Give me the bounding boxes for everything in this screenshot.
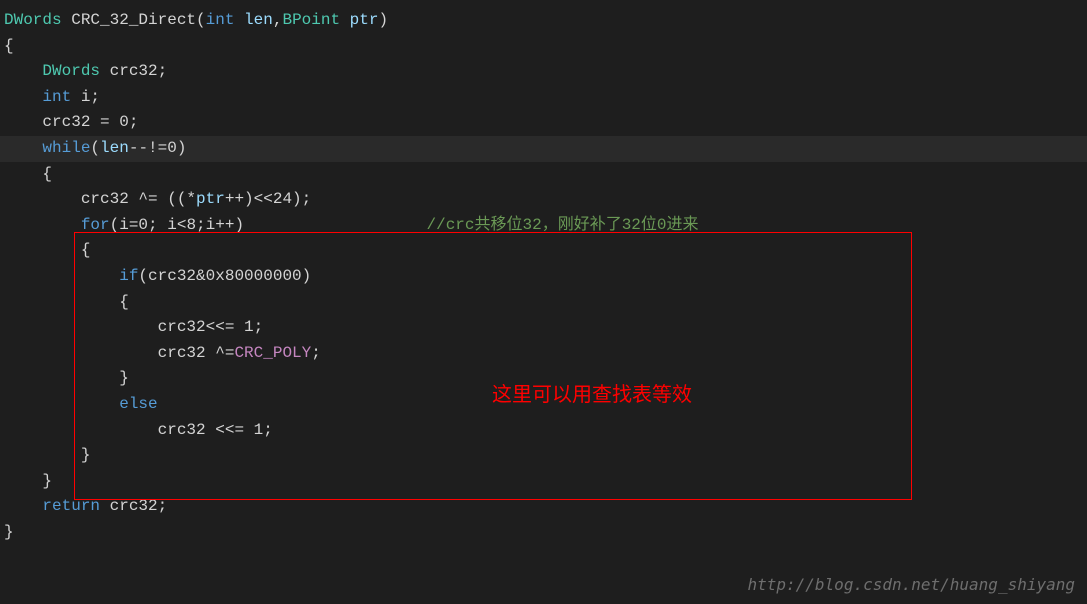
type-keyword: DWords <box>4 11 62 29</box>
code-line: } <box>0 469 1087 495</box>
keyword: if <box>119 267 138 285</box>
code-line: crc32 = 0; <box>0 110 1087 136</box>
type-keyword: int <box>206 11 235 29</box>
keyword: for <box>81 216 110 234</box>
code-line: if(crc32&0x80000000) <box>0 264 1087 290</box>
watermark: http://blog.csdn.net/huang_shiyang <box>747 575 1075 594</box>
code-line: { <box>0 162 1087 188</box>
code-line: } <box>0 520 1087 546</box>
code-editor: DWords CRC_32_Direct(int len,BPoint ptr)… <box>0 0 1087 553</box>
comment: //crc共移位32，刚好补了32位0进来 <box>426 216 698 234</box>
constant: CRC_POLY <box>234 344 311 362</box>
code-line: DWords crc32; <box>0 59 1087 85</box>
keyword: else <box>119 395 157 413</box>
code-line: int i; <box>0 85 1087 111</box>
param: len <box>234 11 272 29</box>
code-line: { <box>0 238 1087 264</box>
type-keyword: int <box>42 88 71 106</box>
type-keyword: BPoint <box>282 11 340 29</box>
code-line: return crc32; <box>0 494 1087 520</box>
code-line: crc32 ^= ((*ptr++)<<24); <box>0 187 1087 213</box>
code-line: { <box>0 34 1087 60</box>
code-line: crc32<<= 1; <box>0 315 1087 341</box>
type-keyword: DWords <box>42 62 100 80</box>
code-line: } <box>0 443 1087 469</box>
annotation-text: 这里可以用查找表等效 <box>492 378 692 407</box>
code-line: { <box>0 290 1087 316</box>
code-line: crc32 ^=CRC_POLY; <box>0 341 1087 367</box>
function-name: CRC_32_Direct <box>62 11 196 29</box>
code-line-active: while(len--!=0) <box>0 136 1087 162</box>
keyword: while <box>42 139 90 157</box>
code-line: for(i=0; i<8;i++) //crc共移位32，刚好补了32位0进来 <box>0 213 1087 239</box>
code-line: crc32 <<= 1; <box>0 418 1087 444</box>
code-line: DWords CRC_32_Direct(int len,BPoint ptr) <box>0 8 1087 34</box>
param: ptr <box>340 11 378 29</box>
keyword: return <box>42 497 100 515</box>
